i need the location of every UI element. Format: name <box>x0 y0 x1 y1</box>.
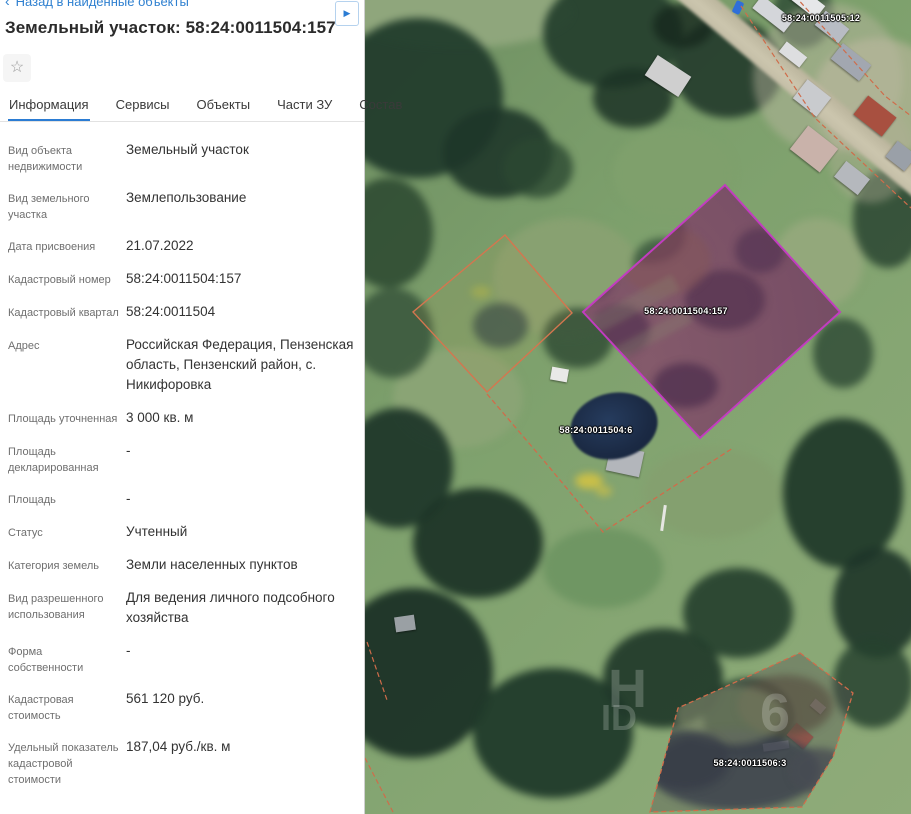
field-label: Площадь <box>8 494 56 506</box>
field-label: Дата присвоения <box>8 241 96 253</box>
parcel-number-label: 58:24:0011506:3 <box>713 758 787 768</box>
tab-item-1[interactable]: Сервисы <box>115 97 171 121</box>
field-label: Кадастровая стоимость <box>8 694 74 722</box>
field-value: 21.07.2022 <box>126 238 194 253</box>
parcel-0011506-3-boundary <box>649 652 854 813</box>
tab-item-2[interactable]: Объекты <box>195 97 251 121</box>
field-value: Российская Федерация, Пензенская область… <box>126 337 354 392</box>
field-label: Статус <box>8 527 43 539</box>
village-boundary-line-1 <box>740 5 911 209</box>
cadastral-boundaries <box>365 0 911 813</box>
field-value: - <box>126 643 131 658</box>
parcel-number-label: 58:24:0011504:157 <box>644 306 728 316</box>
field-value: - <box>126 491 131 506</box>
tabs-scroll-right-button[interactable]: ▶ <box>335 1 359 26</box>
field-row: Площадь уточненная 3 000 кв. м <box>8 408 354 428</box>
field-label: Форма собственности <box>8 646 84 674</box>
back-link-label: Назад в найденные объекты <box>15 0 189 9</box>
field-value: Земельный участок <box>126 142 249 157</box>
field-row: Удельный показатель кадастровой стоимост… <box>8 737 354 788</box>
field-label: Адрес <box>8 340 40 352</box>
field-row: Площадь декларированная - <box>8 441 354 476</box>
field-label: Категория земель <box>8 560 99 572</box>
parcel-number-label: 58:24:0011505:12 <box>781 13 861 23</box>
field-row: Кадастровая стоимость 561 120 руб. <box>8 689 354 724</box>
field-label: Площадь уточненная <box>8 413 118 425</box>
back-link[interactable]: ‹ Назад в найденные объекты <box>5 0 189 9</box>
field-row: Категория земель Земли населенных пунктов <box>8 555 354 575</box>
field-label: Кадастровый квартал <box>8 307 119 319</box>
tab-item-4[interactable]: Состав <box>358 97 403 121</box>
field-value: 3 000 кв. м <box>126 410 194 425</box>
map-canvas[interactable]: Н ID 6 58:24:0011505:12 58:24:0011504:157 58… <box>365 0 911 814</box>
tab-item-3[interactable]: Части ЗУ <box>276 97 333 121</box>
field-row: Кадастровый квартал 58:24:0011504 <box>8 302 354 322</box>
quartal-boundary <box>411 234 573 393</box>
field-label: Площадь декларированная <box>8 446 99 474</box>
field-value: Для ведения личного подсобного хозяйства <box>126 590 335 625</box>
field-label: Вид объекта недвижимости <box>8 145 83 173</box>
page-title: Земельный участок: 58:24:0011504:157 <box>5 18 336 37</box>
star-icon: ☆ <box>9 59 25 76</box>
parcel-number-label: 58:24:0011504:6 <box>559 425 633 435</box>
chevron-right-icon: ▶ <box>343 8 351 18</box>
field-row: Дата присвоения 21.07.2022 <box>8 236 354 256</box>
back-arrow-icon: ‹ <box>5 0 10 9</box>
details-panel: ‹ Назад в найденные объекты Земельный уча… <box>0 0 402 814</box>
field-row: Статус Учтенный <box>8 522 354 542</box>
field-value: 561 120 руб. <box>126 691 205 706</box>
field-label: Вид земельного участка <box>8 193 90 221</box>
field-row: Адрес Российская Федерация, Пензенская об… <box>8 335 354 395</box>
tab-bar: Информация Сервисы Объекты Части ЗУ Состав <box>0 92 402 122</box>
field-value: 58:24:0011504:157 <box>126 271 242 286</box>
field-row: Вид объекта недвижимости Земельный участо… <box>8 140 354 175</box>
field-row: Площадь - <box>8 489 354 509</box>
field-label: Вид разрешенного использования <box>8 593 104 621</box>
boundary-fragment-left-2 <box>365 757 394 813</box>
field-row: Вид разрешенного использования Для ведени… <box>8 588 354 628</box>
field-row: Вид земельного участка Землепользование <box>8 188 354 223</box>
details-list: Вид объекта недвижимости Земельный участо… <box>8 140 354 801</box>
field-value: 58:24:0011504 <box>126 304 216 319</box>
field-row: Форма собственности - <box>8 641 354 676</box>
field-value: - <box>126 443 131 458</box>
tab-information[interactable]: Информация <box>8 97 90 121</box>
field-value: Учтенный <box>126 524 188 539</box>
field-value: Земли населенных пунктов <box>126 557 298 572</box>
cadastral-viewer: ‹ Назад в найденные объекты Земельный уча… <box>0 0 911 814</box>
boundary-fragment-left-1 <box>366 641 388 701</box>
favorite-button[interactable]: ☆ <box>3 54 31 82</box>
field-value: Землепользование <box>126 190 247 205</box>
field-label: Удельный показатель кадастровой стоимост… <box>8 742 119 786</box>
field-label: Кадастровый номер <box>8 274 111 286</box>
field-row: Кадастровый номер 58:24:0011504:157 <box>8 269 354 289</box>
field-value: 187,04 руб./кв. м <box>126 739 231 754</box>
